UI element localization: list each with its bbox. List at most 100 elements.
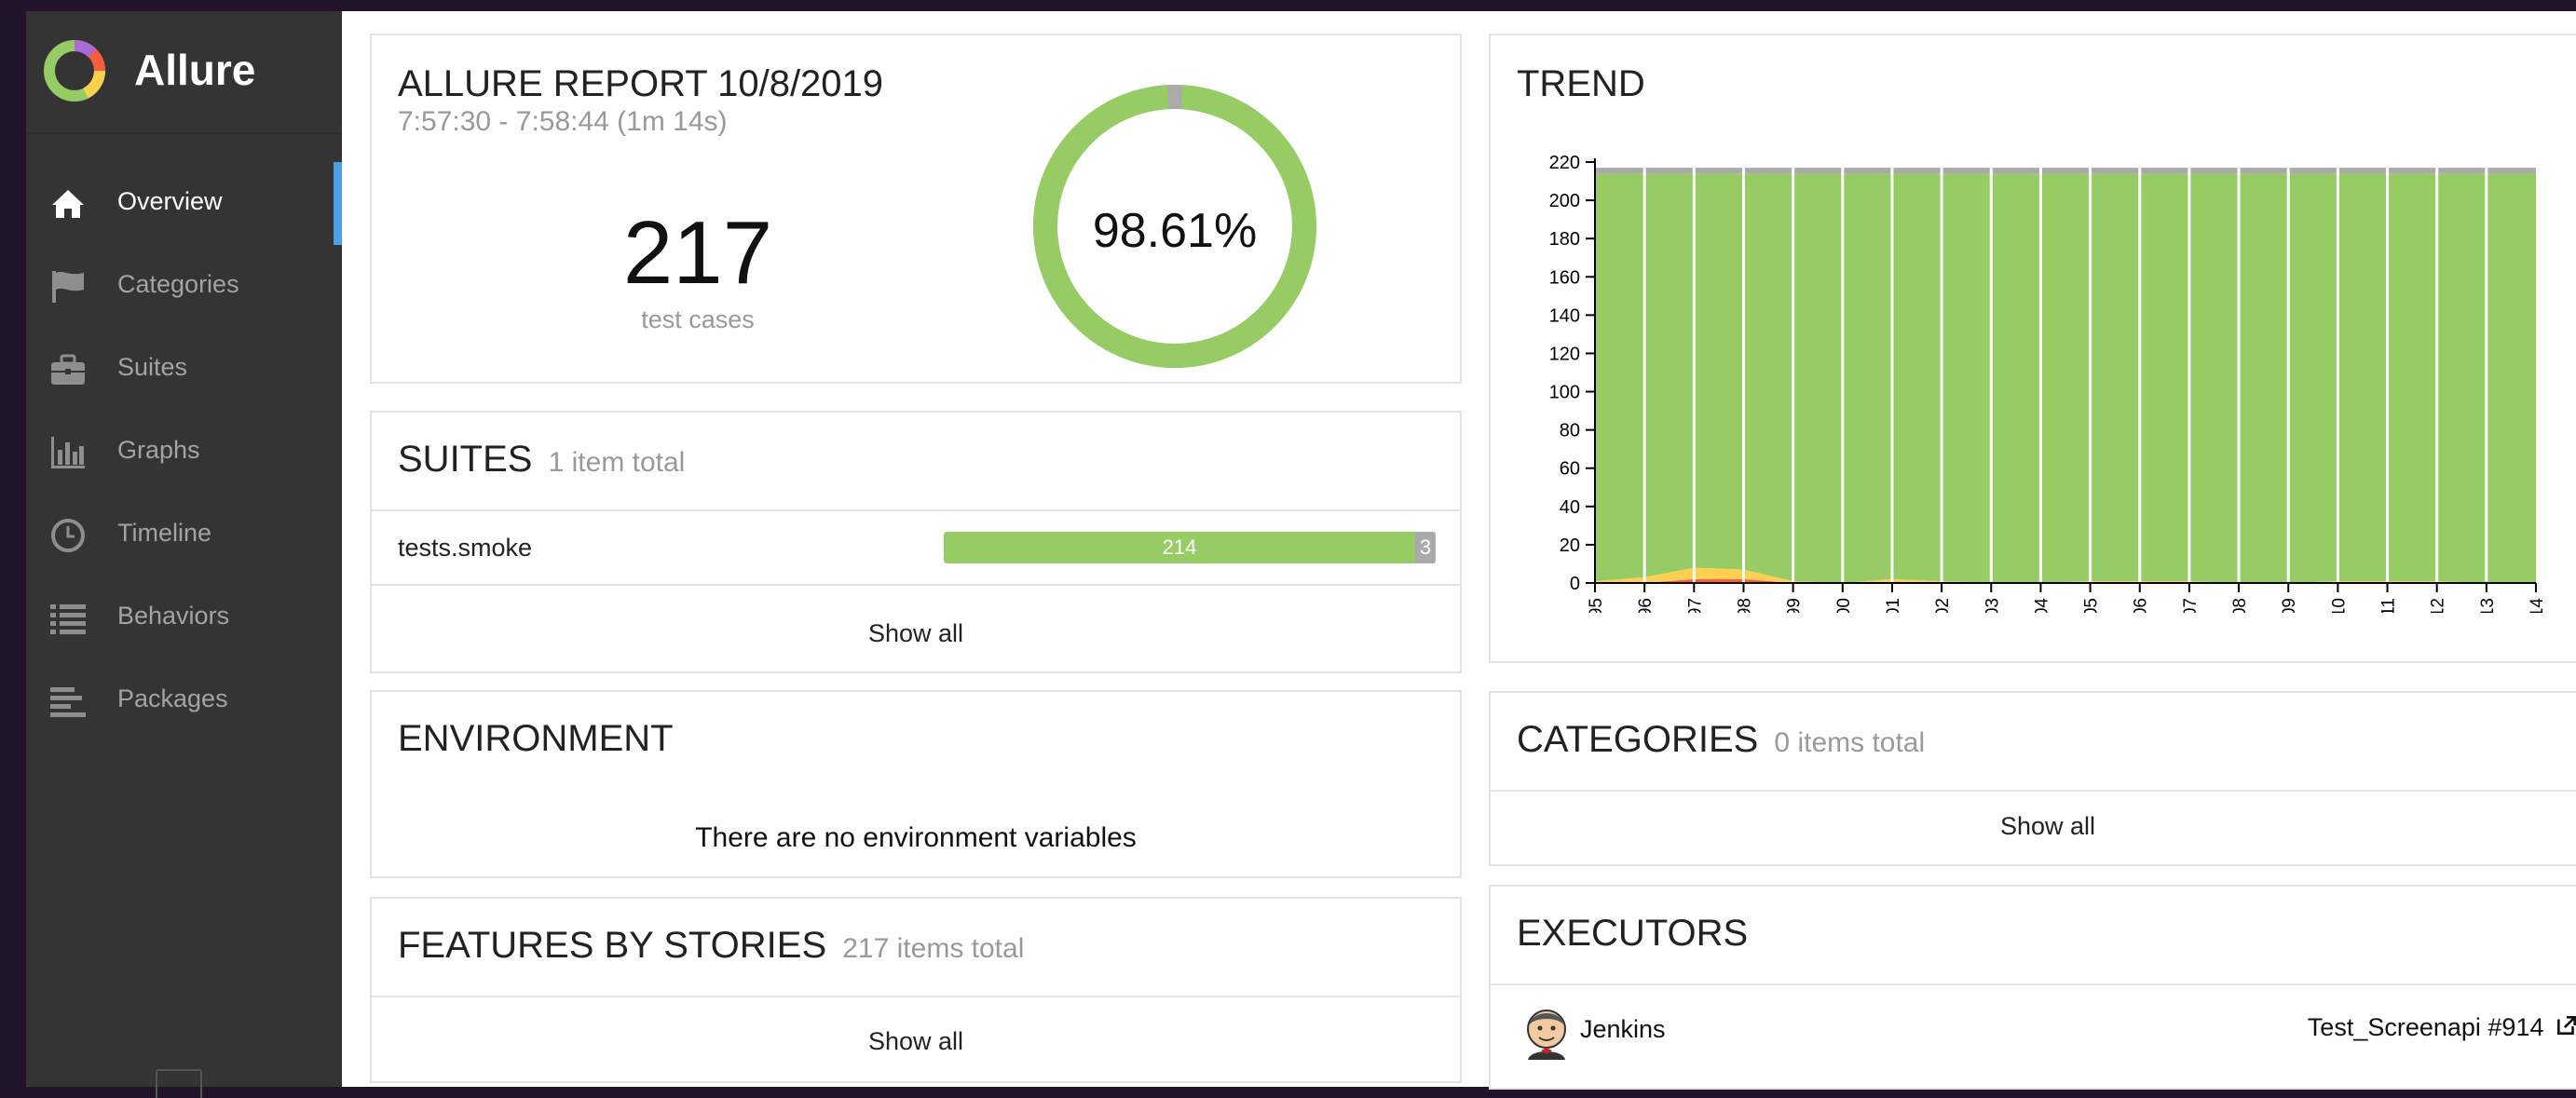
external-link-icon [2557, 1016, 2576, 1035]
trend-x-tick-label: #908 [2230, 598, 2250, 613]
executors-title: EXECUTORS [1517, 913, 1749, 954]
trend-x-tick-label: #911 [2379, 598, 2399, 613]
trend-x-tick-label: #902 [1933, 598, 1953, 613]
sidebar: Allure Overview Categories Suites Graphs… [26, 11, 342, 1098]
collapse-sidebar-button[interactable] [156, 1069, 202, 1098]
features-show-all-link[interactable]: Show all [372, 1027, 1460, 1056]
trend-x-tick-label: #895 [1587, 598, 1606, 613]
list-icon [50, 604, 86, 634]
environment-title: ENVIRONMENT [398, 718, 674, 759]
sidebar-item-label: Packages [117, 685, 228, 712]
flag-icon [52, 271, 84, 303]
suite-passed-bar: 214 [944, 532, 1415, 563]
features-title-text: FEATURES BY STORIES [398, 925, 827, 966]
align-left-icon [50, 687, 86, 717]
suites-count: 1 item total [548, 447, 686, 478]
success-rate: 98.61% [1092, 204, 1258, 258]
categories-widget: CATEGORIES 0 items total Show all [1489, 691, 2576, 866]
trend-y-tick-label: 140 [1549, 305, 1580, 326]
suite-other-bar: 3 [1415, 532, 1436, 563]
features-count: 217 items total [842, 933, 1025, 964]
trend-x-tick-label: #897 [1685, 598, 1705, 613]
trend-y-tick-label: 100 [1549, 383, 1580, 403]
trend-x-tick-label: #907 [2181, 598, 2201, 613]
sidebar-item-label: Graphs [117, 436, 200, 464]
trend-y-tick-label: 200 [1549, 191, 1580, 211]
sidebar-item-suites[interactable]: Suites [26, 328, 342, 411]
trend-x-tick-label: #904 [2032, 598, 2051, 613]
report-title: ALLURE REPORT 10/8/2019 [398, 63, 884, 104]
sidebar-item-label: Suites [117, 353, 188, 381]
main-content: ALLURE REPORT 10/8/2019 7:57:30 - 7:58:4… [342, 11, 2576, 1090]
trend-x-tick-label: #898 [1735, 598, 1754, 613]
trend-y-tick-label: 60 [1560, 459, 1580, 480]
trend-x-tick-label: #896 [1636, 598, 1656, 613]
suites-title: SUITES 1 item total [398, 439, 685, 481]
report-time-range: 7:57:30 - 7:58:44 (1m 14s) [398, 106, 728, 137]
suite-row[interactable]: tests.smoke 214 3 [372, 511, 1460, 584]
home-icon [52, 190, 84, 218]
briefcase-icon [51, 354, 85, 385]
sidebar-item-label: Categories [117, 270, 239, 298]
environment-widget: ENVIRONMENT There are no environment var… [370, 690, 1462, 878]
sidebar-item-packages[interactable]: Packages [26, 659, 342, 742]
sidebar-item-timeline[interactable]: Timeline [26, 494, 342, 576]
executors-widget: EXECUTORS Jenkins Test_Screenapi #914 [1489, 885, 2576, 1090]
bar-chart-icon [51, 437, 85, 468]
clock-icon [51, 519, 85, 552]
divider [372, 584, 1460, 586]
trend-y-tick-label: 160 [1549, 267, 1580, 288]
test-count: 217 [622, 203, 773, 303]
brand-name: Allure [134, 46, 256, 94]
suites-show-all-link[interactable]: Show all [372, 619, 1460, 648]
trend-y-tick-label: 80 [1560, 421, 1580, 441]
suites-title-text: SUITES [398, 439, 533, 480]
allure-logo-icon [44, 40, 105, 102]
categories-show-all-link[interactable]: Show all [1491, 812, 2576, 841]
categories-title: CATEGORIES 0 items total [1517, 719, 1925, 761]
sidebar-item-categories[interactable]: Categories [26, 245, 342, 328]
divider [1491, 983, 2576, 985]
trend-x-tick-label: #906 [2132, 598, 2151, 613]
trend-x-tick-label: #913 [2478, 598, 2498, 613]
categories-title-text: CATEGORIES [1517, 719, 1759, 760]
trend-y-tick-label: 220 [1549, 153, 1580, 173]
brand[interactable]: Allure [26, 11, 342, 134]
jenkins-avatar-icon [1527, 1010, 1566, 1060]
trend-x-tick-label: #909 [2280, 598, 2299, 613]
sidebar-item-behaviors[interactable]: Behaviors [26, 576, 342, 659]
trend-x-tick-label: #903 [1983, 598, 2002, 613]
executor-build-label: Test_Screenapi #914 [2307, 1013, 2544, 1041]
trend-widget: TREND 020406080100120140160180200220#895… [1489, 34, 2576, 663]
sidebar-item-label: Overview [117, 187, 223, 215]
trend-area-series-3 [1595, 168, 2536, 174]
suites-widget: SUITES 1 item total tests.smoke 214 3 Sh… [370, 411, 1462, 673]
sidebar-item-overview[interactable]: Overview [26, 162, 342, 245]
suite-name: tests.smoke [398, 534, 533, 562]
trend-x-tick-label: #910 [2329, 598, 2349, 613]
categories-count: 0 items total [1774, 727, 1926, 758]
sidebar-item-label: Timeline [117, 519, 212, 547]
trend-y-tick-label: 0 [1570, 574, 1580, 594]
trend-y-tick-label: 120 [1549, 344, 1580, 364]
summary-widget: ALLURE REPORT 10/8/2019 7:57:30 - 7:58:4… [370, 34, 1462, 384]
trend-x-tick-label: #914 [2528, 598, 2547, 613]
trend-y-tick-label: 20 [1560, 535, 1580, 556]
trend-chart: 0 20 40 60 80 100 120 140 160 180 200 220 #895 #896 #8… [1549, 153, 2547, 613]
executor-name: Jenkins [1580, 1015, 1666, 1043]
features-widget: FEATURES BY STORIES 217 items total Show… [370, 897, 1462, 1083]
suite-status-bar: 214 3 [944, 532, 1436, 563]
trend-area-series-2 [1595, 173, 2536, 583]
divider [1491, 790, 2576, 792]
executor-build-link[interactable]: Test_Screenapi #914 [2308, 1013, 2576, 1042]
trend-x-tick-label: #900 [1834, 598, 1854, 613]
trend-x-tick-label: #912 [2429, 598, 2448, 613]
sidebar-item-graphs[interactable]: Graphs [26, 411, 342, 494]
sidebar-nav: Overview Categories Suites Graphs Timeli… [26, 162, 342, 742]
trend-x-tick-label: #901 [1884, 598, 1903, 613]
trend-y-tick-label: 180 [1549, 229, 1580, 250]
trend-x-tick-label: #899 [1785, 598, 1805, 613]
trend-x-tick-label: #905 [2082, 598, 2102, 613]
trend-y-tick-label: 40 [1560, 497, 1580, 518]
sidebar-item-label: Behaviors [117, 602, 230, 630]
